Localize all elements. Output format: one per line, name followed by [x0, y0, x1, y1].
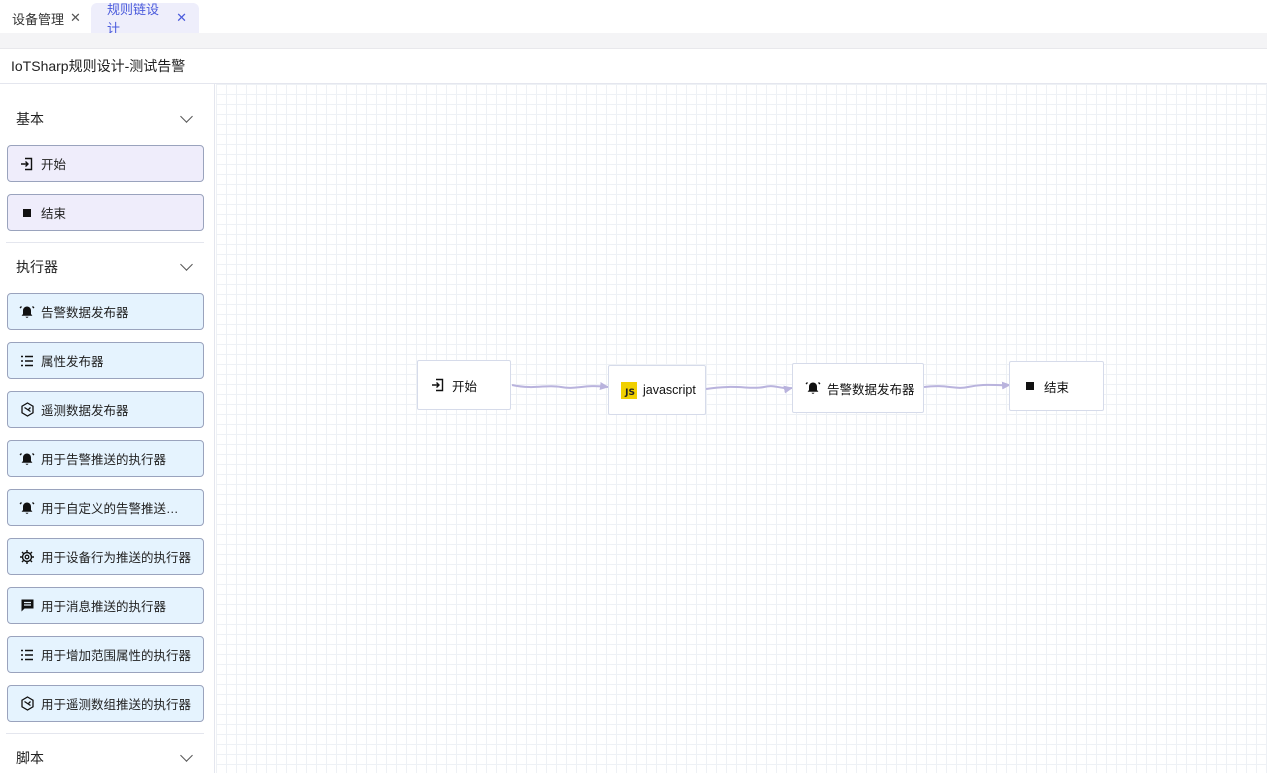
palette-item-custom-alarm-push-executor[interactable]: 用于自定义的告警推送的执行器: [7, 489, 204, 526]
flow-node-label: javascript: [643, 383, 696, 397]
group-title: 基本: [16, 111, 44, 127]
palette-item-alarm-publisher[interactable]: 告警数据发布器: [7, 293, 204, 330]
tab-label: 规则链设计: [107, 2, 160, 36]
palette-item-message-push-executor[interactable]: 用于消息推送的执行器: [7, 587, 204, 624]
close-icon[interactable]: ✕: [70, 10, 81, 26]
tab-device-management[interactable]: 设备管理 ✕: [0, 3, 93, 33]
flow-edge[interactable]: [511, 382, 609, 390]
palette-item-start[interactable]: 开始: [7, 145, 204, 182]
palette-item-label: 遥测数据发布器: [41, 404, 129, 418]
close-icon[interactable]: ✕: [176, 10, 187, 26]
tab-label: 设备管理: [12, 11, 65, 27]
palette-item-label: 用于自定义的告警推送的执行器: [41, 502, 189, 516]
palette-item-label: 用于遥测数组推送的执行器: [41, 698, 192, 712]
palette-item-scope-attribute-executor[interactable]: 用于增加范围属性的执行器: [7, 636, 204, 673]
group-title: 执行器: [16, 259, 58, 275]
group-divider: [6, 733, 204, 734]
palette-item-telemetry-array-executor[interactable]: 用于遥测数组推送的执行器: [7, 685, 204, 722]
page-title: IoTSharp规则设计-测试告警: [0, 49, 1267, 84]
flow-node-start[interactable]: 开始: [417, 360, 511, 410]
palette-item-device-behavior-executor[interactable]: 用于设备行为推送的执行器: [7, 538, 204, 575]
flow-node-label: 结束: [1044, 380, 1070, 395]
chevron-down-icon[interactable]: [180, 110, 193, 123]
flow-edge[interactable]: [705, 385, 793, 394]
stop-icon: [1022, 378, 1038, 394]
chevron-down-icon[interactable]: [180, 258, 193, 271]
tab-rule-chain-design[interactable]: 规则链设计 ✕: [91, 2, 199, 36]
list-icon: [19, 353, 35, 369]
palette-item-label: 用于设备行为推送的执行器: [41, 551, 192, 565]
alarm-bell-icon: [19, 304, 35, 320]
palette-item-label: 用于告警推送的执行器: [41, 453, 167, 467]
flow-node-end[interactable]: 结束: [1009, 361, 1104, 411]
tab-strip-divider: [0, 33, 1267, 49]
palette-item-label: 开始: [41, 158, 67, 172]
palette-item-label: 属性发布器: [41, 355, 104, 369]
palette-item-alarm-push-executor[interactable]: 用于告警推送的执行器: [7, 440, 204, 477]
flow-node-javascript[interactable]: JS javascript: [608, 365, 706, 415]
palette-item-label: 用于增加范围属性的执行器: [41, 649, 192, 663]
group-header-script[interactable]: 脚本: [6, 743, 204, 773]
palette-item-label: 结束: [41, 207, 67, 221]
palette-item-label: 告警数据发布器: [41, 306, 129, 320]
group-header-basic[interactable]: 基本: [6, 104, 204, 134]
javascript-icon: JS: [621, 381, 637, 399]
flow-edges: [511, 381, 1011, 394]
chip-icon: [19, 549, 35, 565]
tab-bar: 设备管理 ✕ 规则链设计 ✕: [0, 0, 1267, 36]
palette-item-telemetry-publisher[interactable]: 遥测数据发布器: [7, 391, 204, 428]
javascript-badge: JS: [621, 381, 637, 399]
flow-node-label: 开始: [452, 379, 478, 394]
palette-item-label: 用于消息推送的执行器: [41, 600, 167, 614]
palette-item-end[interactable]: 结束: [7, 194, 204, 231]
group-divider: [6, 242, 204, 243]
flow-node-alarm-publisher[interactable]: 告警数据发布器: [792, 363, 924, 413]
group-title: 脚本: [16, 750, 44, 766]
alarm-bell-icon: [19, 451, 35, 467]
telemetry-icon: [19, 696, 35, 712]
flow-edge[interactable]: [923, 381, 1011, 390]
page-title-text: IoTSharp规则设计-测试告警: [11, 58, 186, 74]
chevron-down-icon[interactable]: [180, 749, 193, 762]
flow-node-label: 告警数据发布器: [827, 382, 915, 397]
alarm-bell-icon: [19, 500, 35, 516]
enter-icon: [19, 156, 35, 172]
list-icon: [19, 647, 35, 663]
enter-icon: [430, 377, 446, 393]
flow-canvas[interactable]: 开始 JS javascript 告警数据发布器 结束: [216, 84, 1267, 773]
palette-item-attribute-publisher[interactable]: 属性发布器: [7, 342, 204, 379]
stop-icon: [19, 205, 35, 221]
node-palette-sidebar: 基本 开始 结束 执行器 告警数据发布器 属性发布器 遥测数据发布器 用于告警推…: [0, 84, 215, 773]
group-header-executors[interactable]: 执行器: [6, 252, 204, 282]
telemetry-icon: [19, 402, 35, 418]
message-icon: [19, 598, 35, 614]
alarm-bell-icon: [805, 380, 821, 396]
